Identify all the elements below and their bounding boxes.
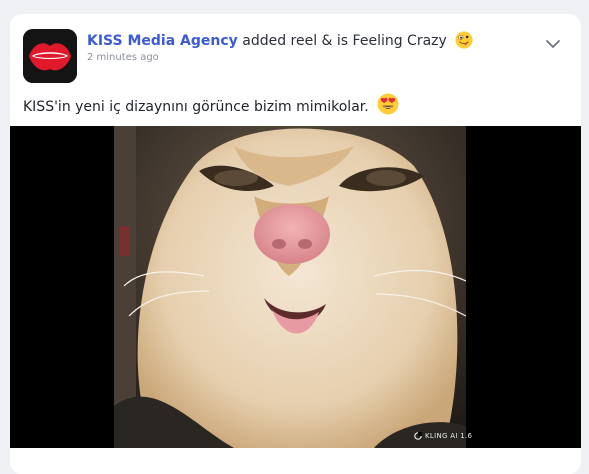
- post-card: KISS Media Agency added reel & is Feelin…: [10, 14, 581, 474]
- post-caption: KISS'in yeni iç dizaynını görünce bizim …: [23, 93, 399, 122]
- reel-video[interactable]: [10, 126, 581, 448]
- cat-image: [114, 126, 466, 448]
- post-header: KISS Media Agency added reel & is Feelin…: [10, 14, 581, 88]
- watermark-text: KLING AI 1.6: [425, 432, 473, 440]
- heart-eyes-emoji-icon: [377, 93, 399, 122]
- post-timestamp: 2 minutes ago: [87, 52, 159, 63]
- video-watermark: KLING AI 1.6: [414, 432, 472, 440]
- kiss-logo-icon: [23, 29, 77, 83]
- caption-text: KISS'in yeni iç dizaynını görünce bizim …: [23, 99, 369, 115]
- cat-video-frame: [114, 126, 466, 448]
- author-link[interactable]: KISS Media Agency: [87, 33, 238, 49]
- avatar[interactable]: [23, 29, 77, 83]
- kling-logo-icon: [414, 432, 422, 440]
- zany-face-emoji-icon: [455, 31, 473, 55]
- chevron-down-icon[interactable]: [543, 34, 563, 54]
- post-action-text: added reel & is Feeling Crazy: [242, 33, 447, 49]
